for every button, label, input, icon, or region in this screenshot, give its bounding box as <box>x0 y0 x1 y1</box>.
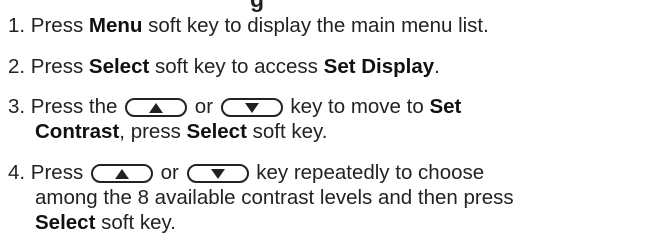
select-key-label: Select <box>88 55 150 78</box>
select-key-label-3: Select <box>35 211 96 234</box>
step-4-text-b: key repeatedly to choose <box>250 161 485 184</box>
step-3-text-or: or <box>189 95 219 118</box>
step-3-text-a: Press the <box>25 95 124 118</box>
step-4-number: 4. <box>8 161 26 184</box>
step-1: 1. Press Menu soft key to display the ma… <box>8 13 489 38</box>
step-2-number: 2. <box>8 55 26 78</box>
set-label: Set <box>429 95 462 118</box>
step-1-text-a: Press <box>25 14 89 37</box>
step-3-text-d: soft key. <box>246 120 328 143</box>
step-4-text-a: Press <box>25 161 89 184</box>
step-2: 2. Press Select soft key to access Set D… <box>8 54 440 79</box>
step-4-text-c: soft key. <box>95 211 176 234</box>
set-display-label: Set Display <box>323 55 435 78</box>
step-4: 4. Press or key repeatedly to choose amo… <box>8 160 514 235</box>
step-2-text-c: . <box>434 55 440 78</box>
contrast-label: Contrast <box>35 120 120 143</box>
step-3-text-c: , press <box>119 120 187 143</box>
step-2-text-b: soft key to access <box>149 55 324 78</box>
up-arrow-key-icon <box>90 164 153 183</box>
cut-off-heading: g <box>0 0 661 14</box>
step-2-text-a: Press <box>25 55 89 78</box>
select-key-label-2: Select <box>186 120 247 143</box>
step-1-number: 1. <box>8 14 26 37</box>
down-arrow-key-icon <box>220 98 283 117</box>
step-4-line-3: Select soft key. <box>8 210 514 235</box>
step-3-continuation: Contrast, press Select soft key. <box>8 119 461 144</box>
cut-off-heading-text: g <box>250 0 264 12</box>
menu-key-label: Menu <box>88 14 143 37</box>
step-4-line-2: among the 8 available contrast levels an… <box>35 186 514 209</box>
step-3: 3. Press the or key to move to Set Contr… <box>8 94 461 144</box>
step-1-text-b: soft key to display the main menu list. <box>142 14 489 37</box>
step-4-text-or: or <box>154 161 185 184</box>
down-arrow-key-icon <box>186 164 249 183</box>
step-3-text-b: key to move to <box>284 95 430 118</box>
up-arrow-key-icon <box>125 98 188 117</box>
step-3-number: 3. <box>8 95 26 118</box>
